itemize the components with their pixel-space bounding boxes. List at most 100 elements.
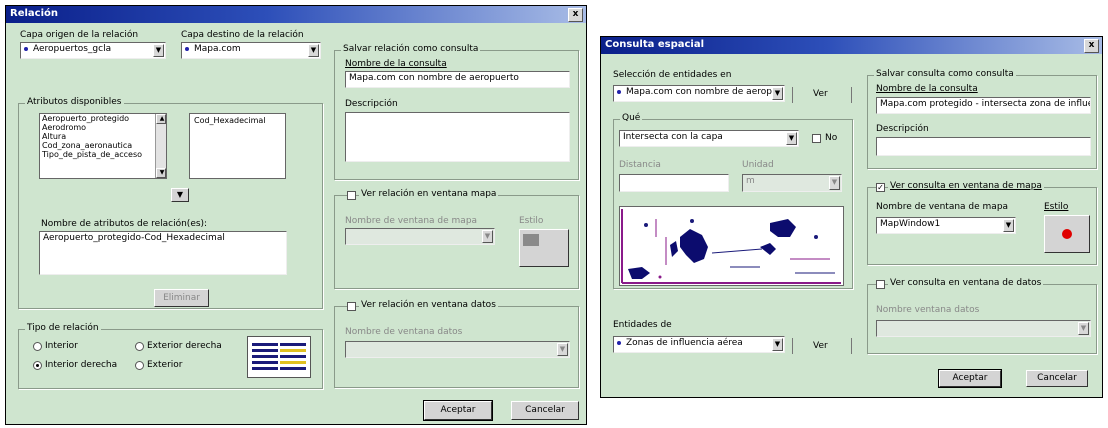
origin-layer-value: Aeropuertos_gcla — [33, 44, 112, 54]
entities-label: Entidades de — [613, 320, 672, 330]
map-window-value: MapWindow1 — [880, 219, 941, 229]
selection-value: Mapa.com con nombre de aeropuerto — [626, 87, 785, 97]
list-item[interactable]: Tipo_de_pista_de_acceso — [40, 150, 166, 159]
relation-attrs-label: Nombre de atributos de relación(es): — [41, 219, 208, 229]
description-input[interactable] — [876, 137, 1091, 156]
radio-right-outer[interactable] — [135, 342, 144, 351]
relation-titlebar[interactable]: Relación x — [6, 6, 586, 23]
radio-outer-label: Exterior — [147, 360, 183, 370]
map-window-group: ✓ Ver consulta en ventana de mapa Nombre… — [867, 181, 1097, 265]
chevron-down-icon[interactable]: ▼ — [308, 44, 319, 57]
radio-left-outer-label: Interior derecha — [45, 360, 118, 370]
chevron-down-icon[interactable]: ▼ — [772, 87, 783, 100]
query-name-label: Nombre de la consulta — [345, 59, 447, 69]
scroll-up-icon[interactable]: ▲ — [156, 114, 166, 124]
query-name-value: Mapa.com con nombre de aeropuerto — [349, 73, 519, 83]
no-checkbox[interactable] — [812, 134, 821, 143]
attributes-list[interactable]: Aeropuerto_protegido Aerodromo Altura Co… — [39, 113, 167, 179]
query-name-label: Nombre de la consulta — [876, 84, 978, 94]
data-window-checkbox[interactable] — [876, 280, 885, 289]
style-swatch-icon — [523, 234, 539, 246]
divider — [851, 338, 852, 354]
chevron-down-icon[interactable]: ▼ — [1078, 322, 1089, 335]
chevron-down-icon[interactable]: ▼ — [153, 44, 164, 57]
list-item[interactable]: Aerodromo — [40, 123, 166, 132]
map-window-select[interactable]: MapWindow1 ▼ — [876, 217, 1016, 234]
radio-inner[interactable] — [33, 342, 42, 351]
what-select[interactable]: Intersecta con la capa ▼ — [619, 130, 799, 147]
data-window-select[interactable]: ▼ — [345, 341, 570, 358]
map-window-title: Ver relación en ventana mapa — [359, 189, 499, 199]
selected-attributes-list[interactable]: Cod_Hexadecimal — [189, 113, 286, 179]
map-window-checkbox[interactable]: ✓ — [876, 183, 885, 192]
spatial-query-titlebar[interactable]: Consulta espacial x — [601, 37, 1102, 54]
unit-value: m — [746, 176, 755, 186]
list-item[interactable]: Altura — [40, 132, 166, 141]
close-icon[interactable]: x — [1084, 39, 1099, 53]
relation-title: Relación — [10, 8, 59, 19]
chevron-down-icon[interactable]: ▼ — [772, 338, 783, 351]
style-button[interactable] — [519, 229, 569, 267]
save-query-group: Salvar consulta como consulta Nombre de … — [867, 69, 1097, 169]
divider — [792, 87, 793, 103]
accept-button[interactable]: Aceptar — [423, 400, 493, 421]
list-scrollbar[interactable]: ▲ ▼ — [155, 114, 166, 178]
what-group-title: Qué — [620, 113, 643, 123]
map-window-select[interactable]: ▼ — [345, 228, 495, 245]
chevron-down-icon[interactable]: ▼ — [1003, 219, 1014, 232]
style-label: Estilo — [1044, 202, 1069, 212]
dest-layer-select[interactable]: Mapa.com ▼ — [181, 42, 321, 59]
cancel-button[interactable]: Cancelar — [1026, 370, 1088, 387]
what-group: Qué Intersecta con la capa ▼ No Distanci… — [613, 113, 853, 289]
chevron-down-icon[interactable]: ▼ — [829, 176, 840, 190]
entities-view-button[interactable]: Ver — [813, 341, 828, 351]
style-button[interactable] — [1044, 215, 1090, 253]
unit-select[interactable]: m ▼ — [742, 174, 842, 192]
close-icon[interactable]: x — [568, 8, 583, 22]
query-name-input[interactable]: Mapa.com con nombre de aeropuerto — [345, 71, 570, 88]
map-window-checkbox[interactable] — [347, 191, 356, 200]
distance-input[interactable] — [619, 174, 729, 192]
description-input[interactable] — [345, 112, 570, 162]
origin-layer-label: Capa origen de la relación — [20, 30, 139, 40]
style-label: Estilo — [519, 216, 544, 226]
chevron-down-icon[interactable]: ▼ — [482, 230, 493, 243]
query-name-input[interactable]: Mapa.com protegido - intersecta zona de … — [876, 97, 1091, 114]
origin-layer-select[interactable]: Aeropuertos_gcla ▼ — [20, 42, 166, 59]
selection-select[interactable]: Mapa.com con nombre de aeropuerto ▼ — [613, 85, 785, 102]
save-query-title: Salvar relación como consulta — [341, 44, 481, 54]
selection-view-button[interactable]: Ver — [813, 89, 828, 99]
relation-attrs-field[interactable]: Aeropuerto_protegido-Cod_Hexadecimal — [39, 231, 287, 275]
relation-attrs-value: Aeropuerto_protegido-Cod_Hexadecimal — [43, 233, 225, 243]
chevron-down-icon[interactable]: ▼ — [557, 343, 568, 356]
list-item[interactable]: Aeropuerto_protegido — [40, 114, 166, 123]
divider — [851, 87, 852, 103]
map-window-title: Ver consulta en ventana de mapa — [888, 181, 1044, 191]
selection-label: Selección de entidades en — [613, 70, 732, 80]
save-query-group: Salvar relación como consulta Nombre de … — [334, 44, 579, 180]
entities-select[interactable]: Zonas de influencia aérea ▼ — [613, 336, 785, 353]
chevron-down-icon[interactable]: ▼ — [786, 132, 797, 145]
list-item[interactable]: Cod_zona_aeronautica — [40, 141, 166, 150]
dest-layer-label: Capa destino de la relación — [181, 30, 304, 40]
move-down-button[interactable]: ▼ — [171, 188, 189, 202]
radio-right-outer-label: Exterior derecha — [147, 341, 222, 351]
radio-outer[interactable] — [135, 361, 144, 370]
save-query-title: Salvar consulta como consulta — [874, 69, 1016, 79]
list-item[interactable]: Cod_Hexadecimal — [190, 114, 285, 125]
no-checkbox-label: No — [825, 133, 838, 143]
map-preview-icon — [621, 209, 841, 284]
accept-button[interactable]: Aceptar — [938, 369, 1002, 388]
delete-button[interactable]: Eliminar — [154, 289, 209, 307]
divider — [792, 338, 793, 354]
chevron-down-icon: ▼ — [176, 190, 184, 199]
relation-diagram-icon — [247, 336, 311, 378]
layer-icon — [185, 46, 189, 51]
map-window-name-label: Nombre de ventana de mapa — [345, 216, 478, 226]
radio-left-outer[interactable] — [33, 361, 42, 370]
scroll-down-icon[interactable]: ▼ — [156, 168, 166, 178]
cancel-button[interactable]: Cancelar — [511, 401, 579, 420]
data-window-checkbox[interactable] — [347, 302, 356, 311]
data-window-select[interactable]: ▼ — [876, 320, 1091, 337]
unit-label: Unidad — [742, 160, 774, 170]
